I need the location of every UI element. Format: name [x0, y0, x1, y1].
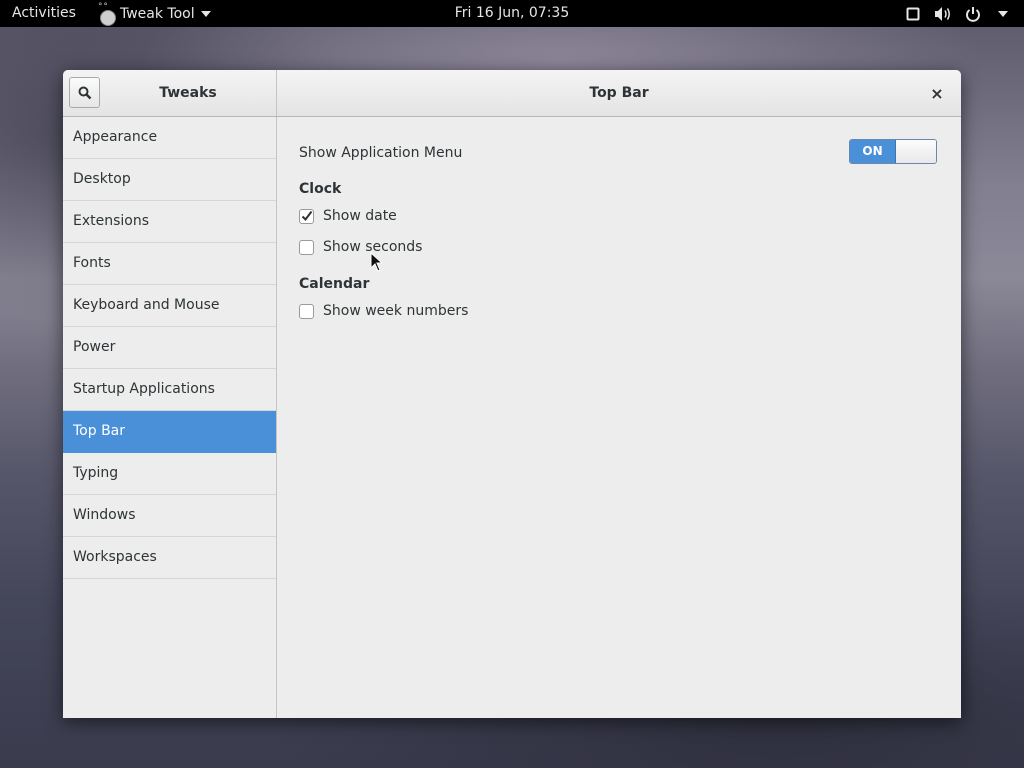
clock-section-heading: Clock [299, 181, 342, 197]
show-week-numbers-label: Show week numbers [323, 303, 469, 319]
sidebar-item-windows[interactable]: Windows [63, 495, 276, 537]
settings-panel: Show Application Menu ON Clock Show date… [277, 117, 961, 718]
app-menu-label: Tweak Tool [120, 5, 195, 22]
page-title: Top Bar [589, 85, 649, 101]
activities-button[interactable]: Activities [12, 5, 76, 21]
sidebar-item-extensions[interactable]: Extensions [63, 201, 276, 243]
app-menu-button[interactable]: ° ° Tweak Tool [96, 0, 211, 27]
sidebar-item-top-bar[interactable]: Top Bar [63, 411, 276, 453]
sidebar: Appearance Desktop Extensions Fonts Keyb… [63, 117, 277, 718]
checkmark-icon [301, 210, 313, 221]
header-bar: Tweaks Top Bar × [63, 70, 961, 117]
top-bar: Activities ° ° Tweak Tool Fri 16 Jun, 07… [0, 0, 1024, 27]
display-icon[interactable] [904, 5, 922, 23]
close-icon: × [930, 83, 944, 103]
sidebar-item-desktop[interactable]: Desktop [63, 159, 276, 201]
mouse-pointer-icon [370, 252, 382, 272]
show-date-label: Show date [323, 208, 397, 224]
switch-on-label: ON [850, 140, 896, 163]
switch-knob[interactable] [896, 140, 936, 163]
sidebar-item-appearance[interactable]: Appearance [63, 117, 276, 159]
tweak-tool-app-icon: ° ° [96, 2, 118, 26]
show-week-numbers-row[interactable]: Show week numbers [299, 302, 468, 320]
sidebar-item-workspaces[interactable]: Workspaces [63, 537, 276, 579]
tweak-tool-window: Tweaks Top Bar × Appearance Desktop Exte… [63, 70, 961, 718]
volume-icon[interactable] [934, 5, 952, 23]
sidebar-header: Tweaks [63, 70, 277, 116]
search-button[interactable] [69, 77, 100, 108]
chevron-down-icon [200, 10, 211, 17]
show-date-row[interactable]: Show date [299, 207, 397, 225]
sidebar-item-fonts[interactable]: Fonts [63, 243, 276, 285]
power-icon[interactable] [964, 5, 982, 23]
sidebar-title: Tweaks [159, 85, 217, 101]
search-icon [78, 86, 91, 99]
show-application-menu-label: Show Application Menu [299, 145, 463, 161]
sidebar-item-keyboard-and-mouse[interactable]: Keyboard and Mouse [63, 285, 276, 327]
show-week-numbers-checkbox[interactable] [299, 303, 314, 319]
system-menu-chevron-down-icon[interactable] [994, 5, 1012, 23]
show-seconds-row[interactable]: Show seconds [299, 238, 422, 256]
close-button[interactable]: × [927, 83, 947, 103]
calendar-section-heading: Calendar [299, 276, 370, 292]
sidebar-item-typing[interactable]: Typing [63, 453, 276, 495]
sidebar-item-power[interactable]: Power [63, 327, 276, 369]
show-seconds-checkbox[interactable] [299, 239, 314, 255]
clock-button[interactable]: Fri 16 Jun, 07:35 [455, 5, 570, 21]
sidebar-item-startup-applications[interactable]: Startup Applications [63, 369, 276, 411]
show-application-menu-switch[interactable]: ON [849, 139, 937, 164]
show-date-checkbox[interactable] [299, 208, 314, 224]
